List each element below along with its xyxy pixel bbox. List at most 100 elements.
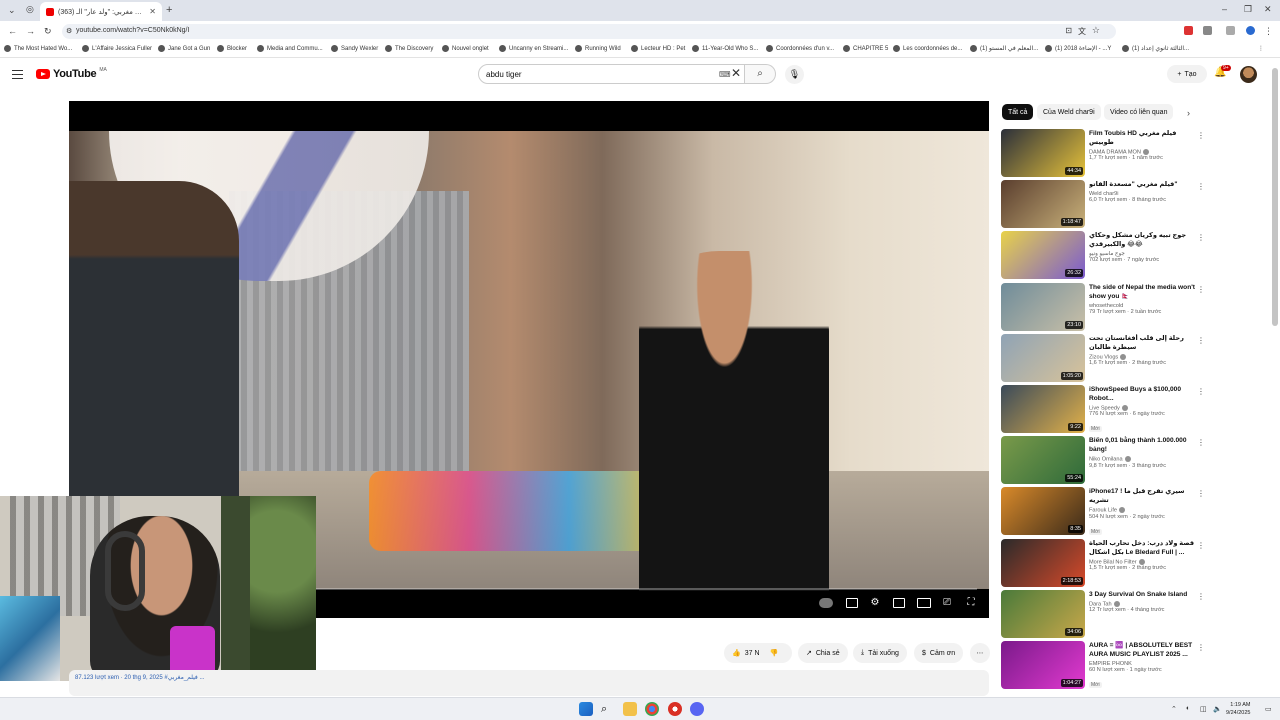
downloads-icon[interactable] <box>1226 26 1235 35</box>
bookmark-item[interactable]: 11-Year-Old Who S... <box>692 45 758 52</box>
app-icon[interactable] <box>668 702 682 716</box>
chip-channel[interactable]: Của Weld char9i <box>1037 104 1101 120</box>
bookmark-item[interactable]: Coordonnées d'un v... <box>766 45 834 52</box>
youtube-logo[interactable]: YouTube MA <box>36 67 107 80</box>
share-button[interactable]: ↗ Chia sẻ <box>798 643 848 663</box>
shield-extension-icon[interactable] <box>1184 26 1193 35</box>
system-clock[interactable]: 1:19 AM 9/24/2025 <box>1226 701 1250 717</box>
recommendation-item[interactable]: 9:22 iShowSpeed Buys a $100,000 Robot... L… <box>1001 385 1209 433</box>
video-title[interactable]: رحلة إلى قلب أفغانستان تحت سيطرة طالبان <box>1089 334 1197 352</box>
bookmark-item[interactable]: Nouvel onglet <box>442 45 489 52</box>
bookmark-item[interactable]: Sandy Wexler <box>331 45 378 52</box>
chrome-icon[interactable] <box>645 702 659 716</box>
more-options-icon[interactable]: ⋮ <box>1197 285 1205 294</box>
network-icon[interactable]: ◫ <box>1200 705 1207 713</box>
account-avatar[interactable] <box>1240 66 1257 83</box>
bookmark-item[interactable]: Running Wild <box>575 45 621 52</box>
video-thumbnail[interactable]: 2:18:53 <box>1001 538 1085 587</box>
tray-app-icon[interactable]: ◐ <box>1186 705 1190 712</box>
site-info-icon[interactable]: ⚙ <box>66 27 72 35</box>
more-options-icon[interactable]: ⋮ <box>1197 182 1205 191</box>
start-icon[interactable] <box>579 702 593 716</box>
channel-name[interactable]: Farouk Life <box>1089 508 1117 514</box>
volume-icon[interactable]: 🔈 <box>1213 705 1222 713</box>
recommendation-item[interactable]: 34:06 3 Day Survival On Snake Island Dara … <box>1001 589 1209 638</box>
video-thumbnail[interactable]: 1:05:20 <box>1001 333 1085 382</box>
menu-icon[interactable] <box>12 70 23 79</box>
bookmark-item[interactable]: Jane Got a Gun <box>158 45 210 52</box>
description-box[interactable]: 87.123 lượt xem · 20 thg 9, 2025 #فيلم_م… <box>69 670 989 696</box>
bookmark-item[interactable]: CHAPITRE 5 <box>843 45 888 52</box>
more-options-icon[interactable]: ⋮ <box>1197 131 1205 140</box>
extension-icon[interactable]: ◎ <box>26 4 34 15</box>
bookmark-item[interactable]: Blocker <box>217 45 247 52</box>
video-thumbnail[interactable]: 9:22 <box>1001 385 1085 433</box>
miniplayer-icon[interactable] <box>893 598 905 608</box>
clear-search-icon[interactable]: ✕ <box>731 66 741 80</box>
extensions-puzzle-icon[interactable] <box>1203 26 1212 35</box>
video-title[interactable]: AURA = ♾️ | ABSOLUTELY BEST AURA MUSIC P… <box>1089 641 1197 659</box>
recommendation-item[interactable]: 2:18:53 قصة ولاد درب: دخل تحارب الحياة بك… <box>1001 538 1209 587</box>
file-explorer-icon[interactable] <box>623 702 637 716</box>
maximize-icon[interactable]: ❐ <box>1244 4 1252 15</box>
search-button[interactable]: ⌕ <box>745 64 776 84</box>
video-title[interactable]: Biến 0,01 bằng thành 1.000.000 bảng! <box>1089 436 1197 454</box>
video-title[interactable]: قصة ولاد درب: دخل تحارب الحياة بكل اشكال… <box>1089 539 1197 557</box>
more-options-icon[interactable]: ⋮ <box>1197 489 1205 498</box>
voice-search-button[interactable]: 🎙 <box>785 65 804 84</box>
recommendation-item[interactable]: 55:24 Biến 0,01 bằng thành 1.000.000 bảng… <box>1001 436 1209 485</box>
forward-icon[interactable]: → <box>26 26 35 36</box>
profile-icon[interactable] <box>1246 26 1255 35</box>
window-close-icon[interactable]: ✕ <box>1264 4 1272 15</box>
video-title[interactable]: 3 Day Survival On Snake Island <box>1089 590 1197 599</box>
chip-all[interactable]: Tất cả <box>1002 104 1034 120</box>
like-dislike-button[interactable]: 👍 37 N 👎 <box>724 643 792 663</box>
page-scrollbar[interactable] <box>1272 68 1278 326</box>
recommendation-item[interactable]: 26:32 جوج تبيه وكريان مشكل وحكاي والكبيرق… <box>1001 231 1209 280</box>
chevron-right-icon[interactable]: › <box>1187 108 1190 118</box>
video-thumbnail[interactable]: 8:35 <box>1001 487 1085 536</box>
tray-chevron-icon[interactable]: ⌃ <box>1171 705 1177 713</box>
download-button[interactable]: ⤓ Tải xuống <box>853 643 907 663</box>
bookmarks-overflow-icon[interactable]: ⋮ <box>1258 45 1264 52</box>
channel-name[interactable]: whosethecold <box>1089 303 1123 309</box>
recommendation-item[interactable]: 23:10 The side of Nepal the media won't s… <box>1001 282 1209 331</box>
video-title[interactable]: The side of Nepal the media won't show y… <box>1089 283 1197 301</box>
subtitles-icon[interactable] <box>846 598 858 608</box>
close-tab-icon[interactable]: ✕ <box>149 7 156 16</box>
search-input[interactable]: abdu tiger <box>478 64 745 84</box>
settings-gear-icon[interactable]: ⚙ <box>869 598 881 608</box>
bookmark-item[interactable]: (1) الإضاءة 2018 - ...Y <box>1045 45 1111 52</box>
bookmark-item[interactable]: Uncanny en Streami... <box>499 45 568 52</box>
browser-menu-icon[interactable]: ⋮ <box>1264 26 1273 37</box>
more-options-icon[interactable]: ⋮ <box>1197 592 1205 601</box>
video-title[interactable]: Film Toubis HD فيلم مغربي طوبيس <box>1089 129 1197 147</box>
url-input[interactable]: ⚙ youtube.com/watch?v=C50Nk0kNg/I ⊡ 文 ☆ <box>62 24 1116 39</box>
search-taskbar-icon[interactable]: ⌕ <box>601 702 615 716</box>
bookmark-item[interactable]: (1) المعلم في المستو... <box>970 45 1038 52</box>
bookmark-item[interactable]: Les coordonnées de... <box>893 45 962 52</box>
bookmark-star-icon[interactable]: ☆ <box>1092 25 1100 36</box>
video-thumbnail[interactable]: 55:24 <box>1001 436 1085 485</box>
bookmark-item[interactable]: Lecteur HD : Pet <box>631 45 685 52</box>
bookmark-item[interactable]: The Most Hated Wo... <box>4 45 72 52</box>
translate-icon[interactable]: 文 <box>1078 26 1086 37</box>
video-thumbnail[interactable]: 26:32 <box>1001 231 1085 280</box>
video-thumbnail[interactable]: 1:18:47 <box>1001 180 1085 229</box>
recommendation-item[interactable]: 1:04:27 AURA = ♾️ | ABSOLUTELY BEST AURA … <box>1001 641 1209 689</box>
autoplay-toggle[interactable] <box>819 598 833 608</box>
discord-icon[interactable] <box>690 702 704 716</box>
thanks-button[interactable]: $ Cảm ơn <box>914 643 964 663</box>
more-options-icon[interactable]: ⋮ <box>1197 387 1205 396</box>
more-options-icon[interactable]: ⋮ <box>1197 643 1205 652</box>
chip-related[interactable]: Video có liên quan <box>1104 104 1174 120</box>
channel-name[interactable]: Niko Omilana <box>1089 457 1123 463</box>
install-icon[interactable]: ⊡ <box>1065 26 1072 35</box>
video-thumbnail[interactable]: 1:04:27 <box>1001 641 1085 689</box>
video-thumbnail[interactable]: 23:10 <box>1001 282 1085 331</box>
tab-search-icon[interactable]: ⌄ <box>8 5 16 16</box>
create-button[interactable]: + Tạo <box>1167 65 1207 83</box>
browser-tab-active[interactable]: (363) فيلم مغربي: "ولد عار" الـ... ✕ <box>40 2 162 21</box>
more-options-icon[interactable]: ⋮ <box>1197 336 1205 345</box>
recommendation-item[interactable]: 44:34 Film Toubis HD فيلم مغربي طوبيس DAMA… <box>1001 129 1209 177</box>
